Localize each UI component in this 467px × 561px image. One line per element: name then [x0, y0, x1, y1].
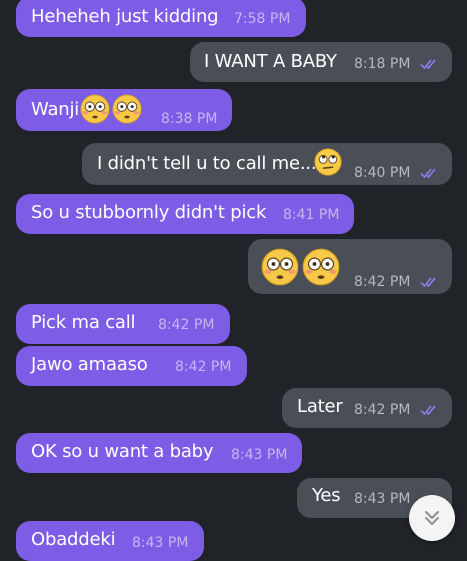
message-text: Heheheh just kidding [31, 6, 219, 27]
message-text: Obaddeki [31, 529, 116, 550]
message-bubble-incoming[interactable]: Heheheh just kidding 7:58 PM [16, 0, 306, 37]
message-time: 8:43 PM [354, 491, 411, 507]
flushed-face-emoji-icon [302, 248, 340, 286]
face-with-rolling-eyes-emoji-icon [314, 148, 342, 176]
message-text: I didn't tell u to call me... [97, 153, 317, 174]
message-time: 8:18 PM [354, 56, 411, 72]
message-bubble-incoming[interactable]: OK so u want a baby 8:43 PM [16, 433, 302, 473]
message-text: So u stubbornly didn't pick [31, 202, 267, 223]
message-bubble-outgoing[interactable]: Later 8:42 PM [282, 388, 452, 428]
message-bubble-incoming[interactable]: Jawo amaaso 8:42 PM [16, 346, 247, 386]
message-text: Yes [312, 485, 341, 506]
double-check-icon [420, 59, 436, 70]
message-text: OK so u want a baby [31, 441, 214, 462]
message-time: 8:40 PM [354, 165, 411, 181]
double-chevron-down-icon [425, 511, 439, 525]
message-bubble-incoming[interactable]: Obaddeki 8:43 PM [16, 521, 204, 561]
message-text: Wanji [31, 99, 80, 120]
flushed-face-emoji-icon [112, 94, 142, 124]
message-text: Jawo amaaso [31, 354, 148, 375]
flushed-face-emoji-icon [80, 94, 110, 124]
message-time: 8:42 PM [158, 317, 215, 333]
flushed-face-emoji-icon [261, 248, 299, 286]
message-text: I WANT A BABY [204, 51, 337, 72]
message-bubble-outgoing[interactable]: I didn't tell u to call me... 8:40 PM [82, 143, 452, 185]
message-time: 8:42 PM [175, 359, 232, 375]
message-bubble-incoming[interactable]: Wanji 8:38 PM [16, 89, 232, 131]
message-time: 7:58 PM [234, 11, 291, 27]
message-text: Later [297, 396, 343, 417]
message-time: 8:43 PM [132, 535, 189, 551]
message-time: 8:41 PM [283, 207, 340, 223]
message-time: 8:43 PM [231, 447, 288, 463]
scroll-to-bottom-button[interactable] [409, 495, 455, 541]
message-bubble-outgoing[interactable]: I WANT A BABY 8:18 PM [190, 42, 452, 82]
message-time: 8:42 PM [354, 274, 411, 290]
message-bubble-incoming[interactable]: So u stubbornly didn't pick 8:41 PM [16, 194, 354, 234]
double-check-icon [420, 168, 436, 179]
chat-message-list[interactable]: Heheheh just kidding 7:58 PM I WANT A BA… [0, 0, 467, 561]
double-check-icon [420, 405, 436, 416]
message-bubble-outgoing[interactable]: 8:42 PM [248, 239, 452, 294]
double-check-icon [420, 277, 436, 288]
message-text: Pick ma call [31, 312, 136, 333]
message-time: 8:38 PM [161, 111, 218, 127]
message-bubble-incoming[interactable]: Pick ma call 8:42 PM [16, 304, 230, 344]
message-time: 8:42 PM [354, 402, 411, 418]
